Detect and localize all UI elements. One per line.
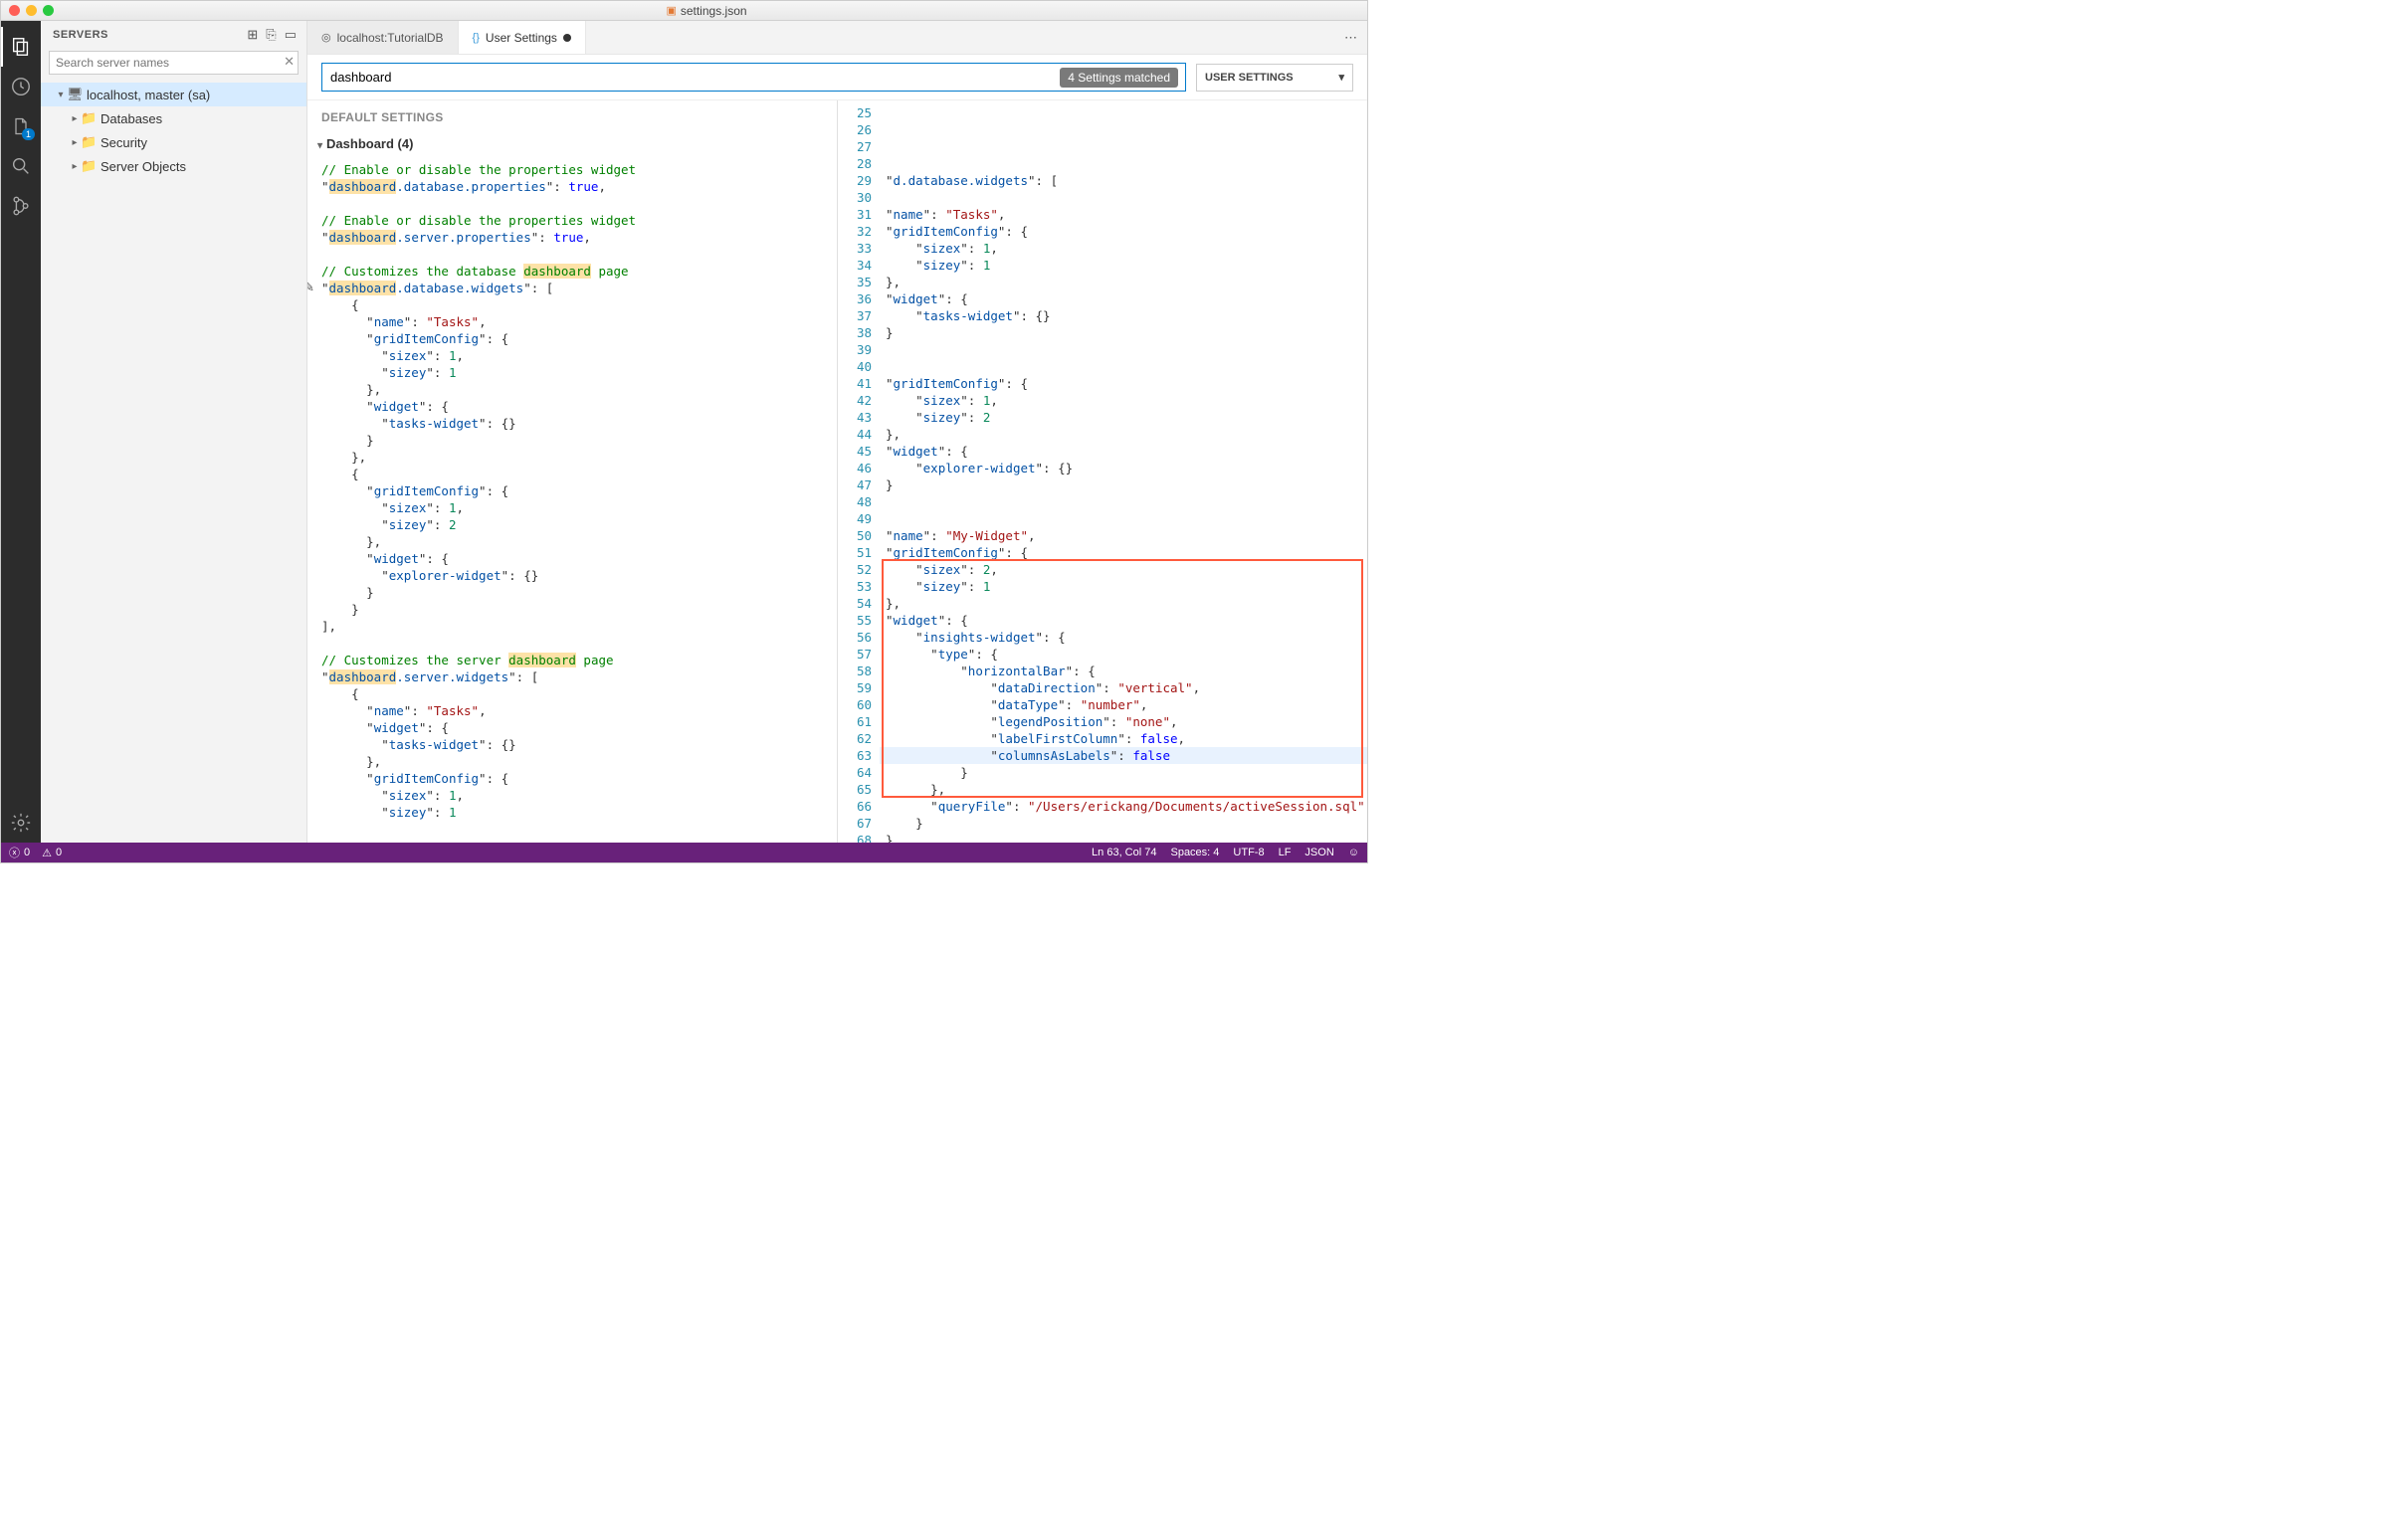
- clear-search-icon[interactable]: ✕: [284, 54, 295, 70]
- scope-select[interactable]: USER SETTINGS ▾: [1196, 64, 1353, 92]
- status-lang[interactable]: JSON: [1304, 847, 1333, 858]
- status-cursor[interactable]: Ln 63, Col 74: [1092, 847, 1156, 858]
- default-settings-pane[interactable]: DEFAULT SETTINGS ▸Dashboard (4) ✎ // Ena…: [307, 100, 838, 843]
- tab-label: localhost:TutorialDB: [337, 31, 444, 45]
- sidebar-search[interactable]: ✕: [49, 51, 299, 75]
- status-errors[interactable]: ⓧ0: [9, 845, 30, 860]
- dashboard-icon: ◎: [321, 31, 331, 44]
- folder-icon: 📁: [81, 158, 97, 174]
- collapse-all-icon[interactable]: ▭: [285, 27, 297, 43]
- maximize-window[interactable]: [43, 5, 54, 16]
- new-group-icon[interactable]: ⎘: [266, 27, 276, 43]
- chevron-down-icon: ▾: [1338, 71, 1344, 84]
- tab-label: User Settings: [486, 31, 557, 45]
- minimize-window[interactable]: [26, 5, 37, 16]
- tree-item-databases[interactable]: ▸ 📁 Databases: [41, 106, 306, 130]
- activity-source-control[interactable]: [1, 186, 41, 226]
- line-gutter: 25 26 27 28 29 30 31 32 33 34 35 36 37 3…: [838, 100, 880, 843]
- settings-search-input[interactable]: [321, 63, 1186, 92]
- tabs: ◎ localhost:TutorialDB {} User Settings …: [307, 21, 1367, 55]
- tab-tutorialdb[interactable]: ◎ localhost:TutorialDB: [307, 21, 459, 54]
- tab-overflow[interactable]: ⋯: [1334, 21, 1367, 54]
- sidebar-title: SERVERS: [53, 29, 108, 41]
- status-feedback[interactable]: ☺: [1348, 847, 1359, 858]
- activity-history[interactable]: [1, 67, 41, 106]
- editor-area: ◎ localhost:TutorialDB {} User Settings …: [307, 21, 1367, 843]
- dirty-indicator: [563, 34, 571, 42]
- server-tree: ▾ 🖥 localhost, master (sa) ▸ 📁 Databases…: [41, 79, 306, 182]
- edit-pencil-icon[interactable]: ✎: [307, 280, 314, 295]
- user-settings-code[interactable]: "d.database.widgets": [ "name": "Tasks",…: [880, 100, 1367, 843]
- activity-files[interactable]: 1: [1, 106, 41, 146]
- status-spaces[interactable]: Spaces: 4: [1170, 847, 1219, 858]
- activity-bar: 1: [1, 21, 41, 843]
- server-connection[interactable]: ▾ 🖥 localhost, master (sa): [41, 83, 306, 106]
- activity-search[interactable]: [1, 146, 41, 186]
- tab-user-settings[interactable]: {} User Settings: [459, 21, 586, 54]
- status-encoding[interactable]: UTF-8: [1233, 847, 1264, 858]
- server-icon: 🖥: [67, 87, 83, 102]
- tree-item-server-objects[interactable]: ▸ 📁 Server Objects: [41, 154, 306, 178]
- section-dashboard[interactable]: ▸Dashboard (4): [307, 132, 837, 161]
- activity-settings[interactable]: [1, 803, 41, 843]
- sidebar: SERVERS ⊞ ⎘ ▭ ✕ ▾ 🖥 localhost, master (s…: [41, 21, 307, 843]
- error-icon: ⓧ: [9, 845, 20, 860]
- matched-badge: 4 Settings matched: [1060, 68, 1178, 88]
- file-icon: ▣: [666, 4, 676, 17]
- warning-icon: ⚠: [42, 847, 52, 859]
- default-settings-code[interactable]: // Enable or disable the properties widg…: [307, 161, 837, 821]
- new-connection-icon[interactable]: ⊞: [247, 27, 258, 43]
- folder-icon: 📁: [81, 134, 97, 150]
- tree-item-security[interactable]: ▸ 📁 Security: [41, 130, 306, 154]
- folder-icon: 📁: [81, 110, 97, 126]
- settings-search-bar: 4 Settings matched USER SETTINGS ▾: [307, 55, 1367, 100]
- pane-header: DEFAULT SETTINGS: [307, 110, 837, 132]
- close-window[interactable]: [9, 5, 20, 16]
- titlebar: ▣ settings.json: [1, 1, 1367, 21]
- statusbar: ⓧ0 ⚠0 Ln 63, Col 74 Spaces: 4 UTF-8 LF J…: [1, 843, 1367, 862]
- search-input[interactable]: [49, 51, 299, 75]
- files-badge: 1: [22, 128, 35, 140]
- window-title: settings.json: [681, 4, 747, 18]
- status-eol[interactable]: LF: [1279, 847, 1292, 858]
- activity-explorer[interactable]: [1, 27, 41, 67]
- user-settings-pane[interactable]: 25 26 27 28 29 30 31 32 33 34 35 36 37 3…: [838, 100, 1367, 843]
- json-icon: {}: [473, 32, 480, 44]
- status-warnings[interactable]: ⚠0: [42, 847, 62, 859]
- window-controls[interactable]: [9, 5, 54, 16]
